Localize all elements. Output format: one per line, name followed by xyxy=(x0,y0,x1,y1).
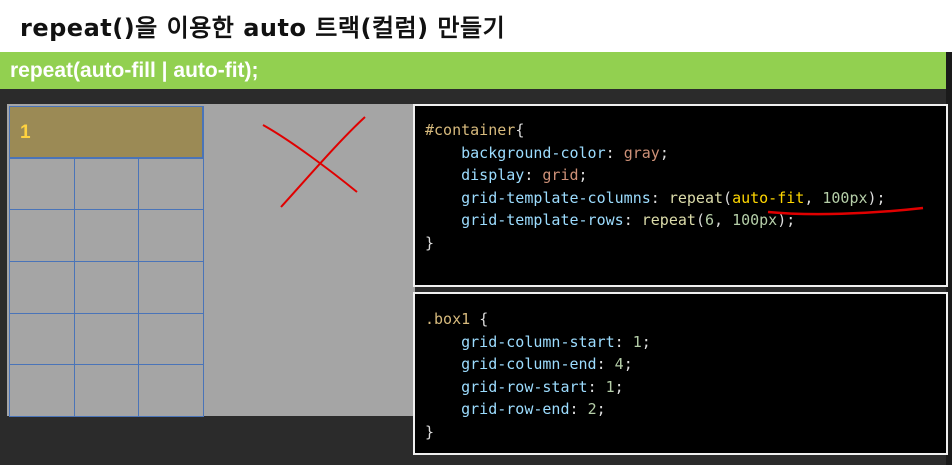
code-open-brace: { xyxy=(479,310,489,328)
underline-mark xyxy=(767,206,924,216)
code-number: 4 xyxy=(614,355,624,373)
code-prop: grid-column-start xyxy=(461,332,615,351)
code-block-box1: .box1 { grid-column-start: 1; grid-colum… xyxy=(425,310,651,441)
code-prop: grid-row-start xyxy=(461,377,588,396)
code-number: 2 xyxy=(587,400,597,418)
code-prop: grid-column-end xyxy=(461,355,597,373)
code-close-brace: } xyxy=(425,422,435,441)
code-number: 1 xyxy=(632,332,642,351)
code-selector: .box1 xyxy=(425,310,471,328)
code-prop: grid-row-end xyxy=(461,400,570,418)
code-number: 1 xyxy=(605,377,615,396)
